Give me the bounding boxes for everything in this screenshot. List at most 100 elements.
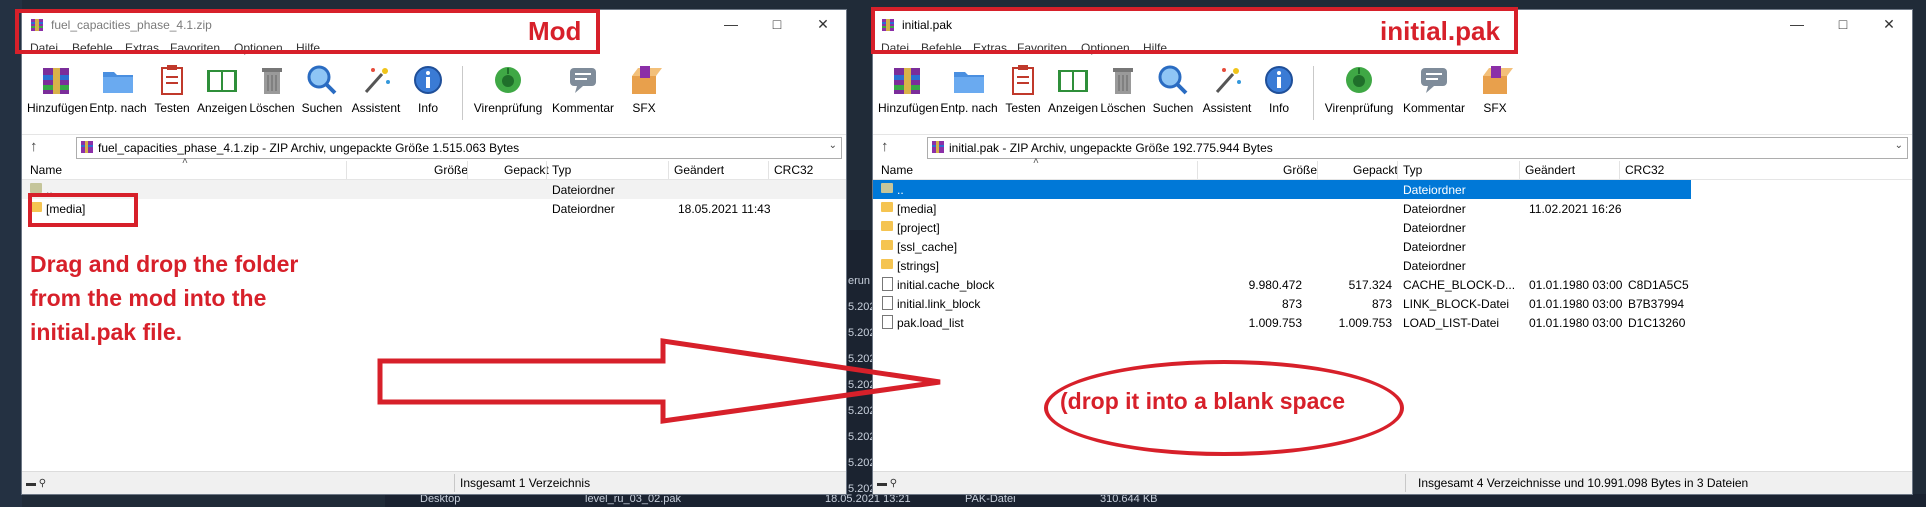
desktop-item[interactable]: Desktop [420,493,460,505]
sfx-button[interactable]: SFX [1465,62,1525,115]
minimize-button[interactable]: — [1774,10,1820,40]
trash-icon [262,68,282,94]
comment-button[interactable]: Kommentar [550,62,616,115]
background-window-strip: erun 5.202 5.202 5.202 5.202 5.202 5.202… [846,230,876,507]
comment-button[interactable]: Kommentar [1401,62,1467,115]
comment-bubble-icon [1421,68,1447,93]
up-arrow-icon[interactable]: ↑ [881,138,889,155]
column-crc[interactable]: CRC32 [774,163,813,177]
file-name: [media] [897,202,937,216]
find-button[interactable]: Suchen [292,62,352,115]
annotation-pak-label: initial.pak [1380,16,1500,46]
background-file-date: 18.05.2021 13:21 [825,493,911,505]
column-packed[interactable]: Gepackt [1353,163,1398,177]
file-icon [882,277,893,291]
list-item[interactable]: .. Dateiordner [22,180,846,199]
list-item[interactable]: [media] Dateiordner 18.05.2021 11:43 [22,199,846,218]
column-divider[interactable] [1397,161,1398,179]
find-button[interactable]: Suchen [1143,62,1203,115]
test-clipboard-icon [1012,65,1034,95]
column-name[interactable]: Name [30,163,62,177]
column-divider[interactable] [467,161,468,179]
column-modified[interactable]: Geändert [1525,163,1575,177]
background-label: 5.202 [848,405,876,417]
file-type: Dateiordner [1403,259,1466,273]
sfx-label: SFX [632,101,656,115]
annotation-instruction: Drag and drop the folder from the mod in… [30,247,350,349]
folder-icon [881,202,893,212]
wizard-button[interactable]: Assistent [346,62,406,115]
comment-label: Kommentar [1402,101,1466,115]
zip-archive-icon [932,141,944,153]
extract-to-label: Entp. nach [89,101,147,115]
minimize-button[interactable]: — [708,10,754,40]
list-item[interactable]: initial.link_block 873 873 LINK_BLOCK-Da… [873,294,1912,313]
add-label: Hinzufügen [27,101,88,115]
column-crc[interactable]: CRC32 [1625,163,1664,177]
column-size[interactable]: Größe [1283,163,1317,177]
address-field[interactable]: fuel_capacities_phase_4.1.zip - ZIP Arch… [76,137,842,159]
column-divider[interactable] [1519,161,1520,179]
wizard-wand-icon [364,68,390,93]
list-item[interactable]: initial.cache_block 9.980.472 517.324 CA… [873,275,1912,294]
column-divider[interactable] [668,161,669,179]
folder-icon [881,259,893,269]
list-header: ˄ Name Größe Gepackt Typ Geändert CRC32 [22,156,846,180]
wizard-button[interactable]: Assistent [1197,62,1257,115]
column-divider[interactable] [546,161,547,179]
column-divider[interactable] [1317,161,1318,179]
address-field[interactable]: initial.pak - ZIP Archiv, ungepackte Grö… [927,137,1908,159]
file-type: Dateiordner [552,202,615,216]
list-item[interactable]: [strings] Dateiordner [873,256,1912,275]
drive-key-icon[interactable]: ▬ ⚲ [26,478,46,489]
list-item[interactable]: [project] Dateiordner [873,218,1912,237]
comment-bubble-icon [570,68,596,93]
extract-to-button[interactable]: Entp. nach [939,62,999,115]
file-type: Dateiordner [552,183,615,197]
file-size: 873 [1281,297,1302,311]
sfx-button[interactable]: SFX [614,62,674,115]
column-packed[interactable]: Gepackt [504,163,549,177]
column-divider[interactable] [1619,161,1620,179]
column-size[interactable]: Größe [434,163,468,177]
column-divider[interactable] [346,161,347,179]
status-text: Insgesamt 1 Verzeichnis [460,476,591,490]
virus-scan-button[interactable]: Virenprüfung [1323,62,1395,115]
column-divider[interactable] [768,161,769,179]
file-icon [882,296,893,310]
background-file-size: 310.644 KB [1100,493,1158,505]
file-size: 9.980.472 [1248,278,1302,292]
column-name[interactable]: Name [881,163,913,177]
list-item[interactable]: pak.load_list 1.009.753 1.009.753 LOAD_L… [873,313,1912,332]
drive-key-icon[interactable]: ▬ ⚲ [877,478,897,489]
chevron-down-icon[interactable]: ⌄ [829,140,837,151]
add-button[interactable]: Hinzufügen [878,62,939,115]
column-modified[interactable]: Geändert [674,163,724,177]
info-button[interactable]: Info [1249,62,1309,115]
add-button[interactable]: Hinzufügen [27,62,88,115]
list-item[interactable]: .. Dateiordner [873,180,1691,199]
list-item[interactable]: [media] Dateiordner 11.02.2021 16:26 [873,199,1912,218]
file-name: pak.load_list [897,316,964,330]
column-divider[interactable] [1197,161,1198,179]
column-type[interactable]: Typ [552,163,571,177]
virus-scan-label: Virenprüfung [473,101,543,115]
maximize-button[interactable]: □ [754,10,800,40]
info-label: Info [417,101,438,115]
background-label: 5.202 [848,301,876,313]
close-button[interactable]: ✕ [1866,10,1912,40]
virus-bug-icon [1346,67,1372,93]
info-button[interactable]: Info [398,62,458,115]
virus-scan-button[interactable]: Virenprüfung [472,62,544,115]
chevron-down-icon[interactable]: ⌄ [1895,140,1903,151]
up-arrow-icon[interactable]: ↑ [30,138,38,155]
column-type[interactable]: Typ [1403,163,1422,177]
extract-to-button[interactable]: Entp. nach [88,62,148,115]
magnifier-icon [307,65,337,95]
maximize-button[interactable]: □ [1820,10,1866,40]
info-icon [414,66,442,94]
annotation-drop-hint: (drop it into a blank space [1060,388,1345,414]
list-item[interactable]: [ssl_cache] Dateiordner [873,237,1912,256]
file-size: 1.009.753 [1248,316,1302,330]
close-button[interactable]: ✕ [800,10,846,40]
